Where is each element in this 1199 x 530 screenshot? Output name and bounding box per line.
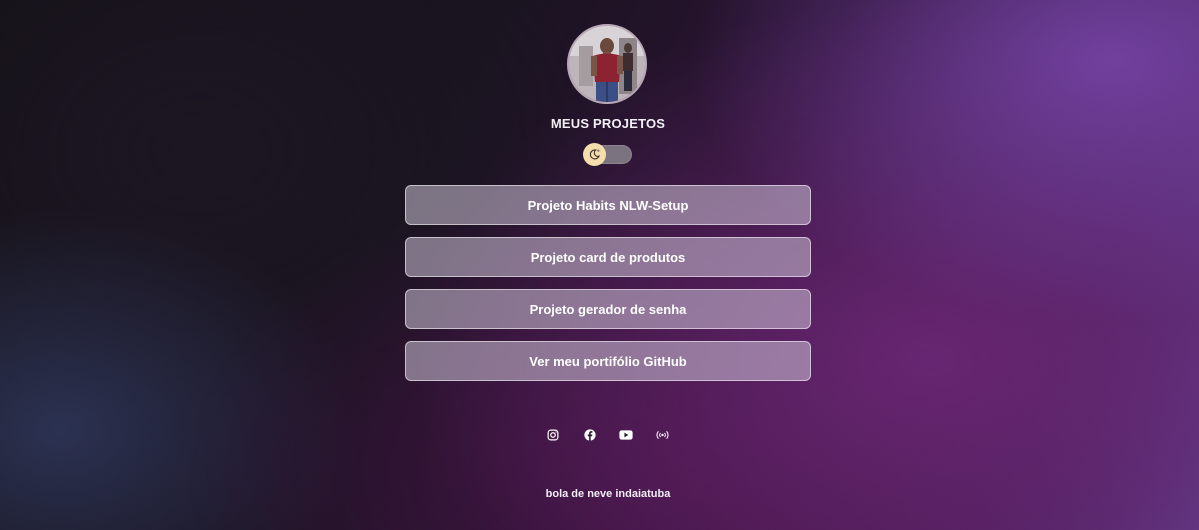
radio-broadcast-icon[interactable]: [655, 427, 671, 443]
social-links: [545, 427, 671, 443]
youtube-icon[interactable]: [618, 427, 634, 443]
profile-avatar: [567, 24, 647, 104]
page: MEUS PROJETOS Projeto Habits NLW-Setup P…: [0, 0, 1199, 530]
theme-toggle[interactable]: [583, 143, 632, 166]
link-portfolio-github[interactable]: Ver meu portifólio GitHub: [405, 341, 811, 381]
avatar-photo: [569, 26, 645, 102]
facebook-icon[interactable]: [582, 427, 598, 443]
theme-toggle-knob[interactable]: [583, 143, 606, 166]
instagram-icon[interactable]: [545, 427, 561, 443]
link-gerador-de-senha[interactable]: Projeto gerador de senha: [405, 289, 811, 329]
link-habits-nlw-setup[interactable]: Projeto Habits NLW-Setup: [405, 185, 811, 225]
moon-sun-icon: [589, 148, 601, 160]
footer-text: bola de neve indaiatuba: [545, 488, 671, 500]
page-title: MEUS PROJETOS: [550, 116, 666, 131]
project-links: Projeto Habits NLW-Setup Projeto card de…: [405, 185, 811, 393]
link-card-de-produtos[interactable]: Projeto card de produtos: [405, 237, 811, 277]
